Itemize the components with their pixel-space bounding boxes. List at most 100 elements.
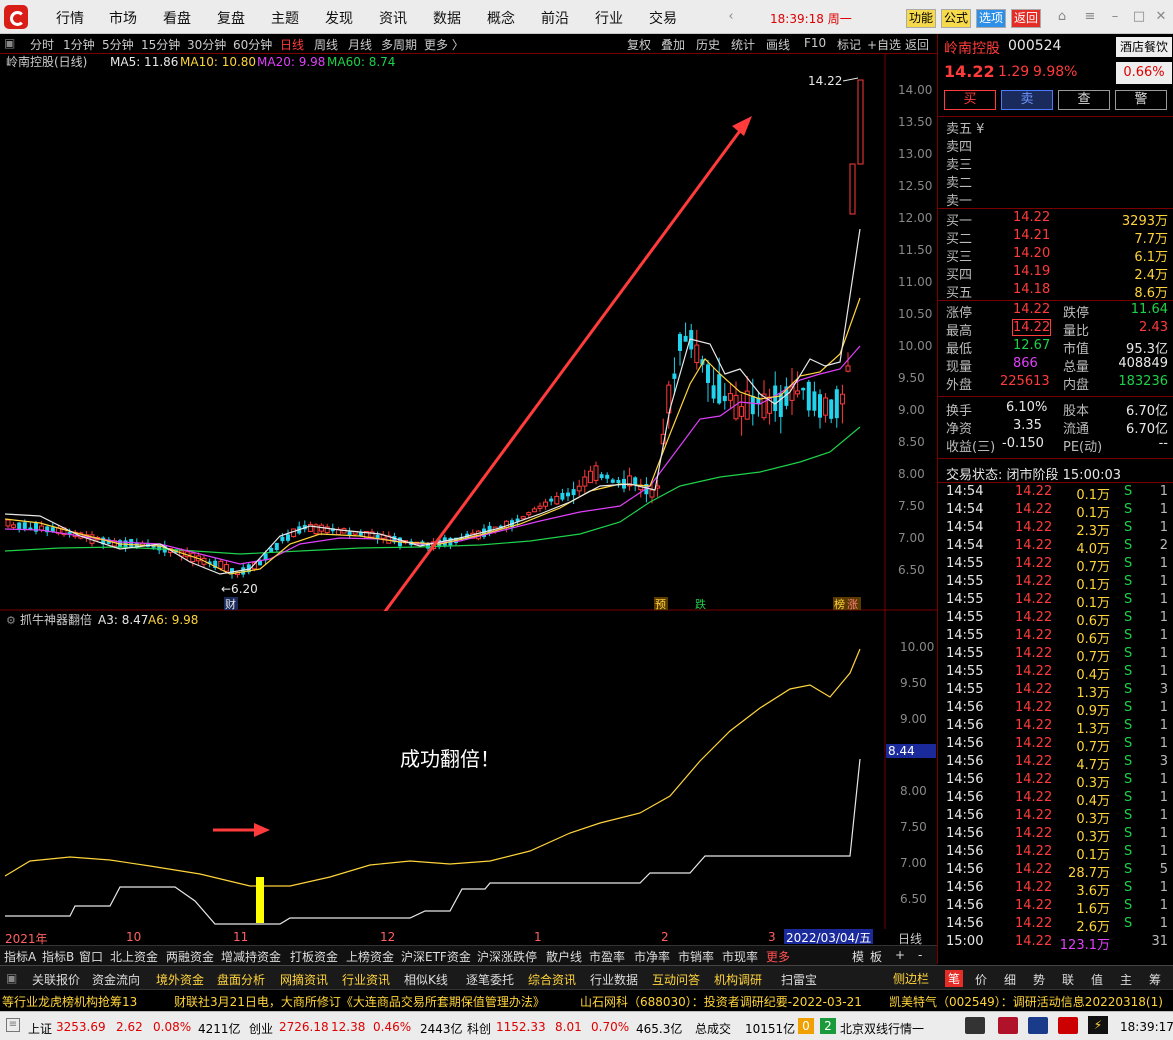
period-fenshi[interactable]: 分时	[30, 36, 54, 53]
query-button[interactable]: 查	[1058, 90, 1110, 110]
tab-margin-funds[interactable]: 两融资金	[166, 948, 214, 965]
period-30min[interactable]: 30分钟	[187, 36, 226, 53]
tab-related-quote[interactable]: 关联报价	[32, 971, 80, 988]
menu-zixun[interactable]: 资讯	[379, 8, 407, 28]
tick-row[interactable]: 14:55 14.22 0.7万 S 1	[938, 646, 1173, 665]
kc-index-label[interactable]: 科创	[467, 1020, 491, 1037]
add-window-button[interactable]: +	[895, 948, 905, 962]
period-15min[interactable]: 15分钟	[141, 36, 180, 53]
tab-qa[interactable]: 互动问答	[652, 971, 700, 988]
menu-hangqing[interactable]: 行情	[56, 8, 84, 28]
cy-index-label[interactable]: 创业	[249, 1020, 273, 1037]
tab-inst-research[interactable]: 机构调研	[714, 971, 762, 988]
tab-indicator-b[interactable]: 指标B	[42, 948, 74, 965]
tick-row[interactable]: 14:55 14.22 0.1万 S 1	[938, 574, 1173, 593]
tool-fuquan[interactable]: 复权	[627, 36, 651, 53]
tick-row[interactable]: 14:56 14.22 2.6万 S 1	[938, 916, 1173, 935]
tab-zhu[interactable]: 主	[1120, 971, 1132, 988]
tab-template[interactable]: 模	[852, 948, 864, 965]
function-button[interactable]: 功能	[906, 9, 937, 28]
tab-market-analysis[interactable]: 盘面分析	[217, 971, 265, 988]
tick-row[interactable]: 14:54 14.22 2.3万 S 1	[938, 520, 1173, 539]
options-button[interactable]: 选项	[976, 9, 1007, 28]
tick-row[interactable]: 14:56 14.22 0.3万 S 1	[938, 808, 1173, 827]
tool-add-watch[interactable]: +自选	[867, 36, 901, 53]
tab-similar-kline[interactable]: 相似K线	[404, 971, 448, 988]
tick-row[interactable]: 14:54 14.22 0.1万 S 1	[938, 484, 1173, 503]
tab-tick-orders[interactable]: 逐笔委托	[466, 971, 514, 988]
tick-row[interactable]: 14:55 14.22 0.4万 S 1	[938, 664, 1173, 683]
menu-jiaoyi[interactable]: 交易	[649, 8, 677, 28]
tool-draw[interactable]: 画线	[766, 36, 790, 53]
menu-gainian[interactable]: 概念	[487, 8, 515, 28]
menu-qianyan[interactable]: 前沿	[541, 8, 569, 28]
menu-zhuti[interactable]: 主题	[271, 8, 299, 28]
tab-chou[interactable]: 筹	[1149, 971, 1161, 988]
sell-button[interactable]: 卖	[1001, 90, 1053, 110]
period-1min[interactable]: 1分钟	[63, 36, 95, 53]
tick-row[interactable]: 14:55 14.22 0.7万 S 1	[938, 556, 1173, 575]
menu-faxian[interactable]: 发现	[325, 8, 353, 28]
remove-window-button[interactable]: -	[918, 948, 922, 962]
tick-row[interactable]: 14:54 14.22 4.0万 S 2	[938, 538, 1173, 557]
ticker-item-4[interactable]: 凯美特气（002549）：调研活动信息20220318(1)	[889, 993, 1163, 1010]
tab-etf-funds[interactable]: 沪深ETF资金	[401, 948, 471, 965]
ticker-item-2[interactable]: 财联社3月21日电，大商所修订《大连商品交易所套期保值管理办法》	[174, 993, 545, 1010]
maximize-icon[interactable]: □	[1130, 8, 1148, 26]
tick-row[interactable]: 14:55 14.22 0.6万 S 1	[938, 628, 1173, 647]
tick-row[interactable]: 14:55 14.22 0.6万 S 1	[938, 610, 1173, 629]
tick-list[interactable]: 14:54 14.22 0.1万 S 1 14:54 14.22 0.1万 S 1 14:54 14.…	[938, 484, 1173, 964]
tab-news-digest[interactable]: 网摘资讯	[280, 971, 328, 988]
tab-pe[interactable]: 市盈率	[589, 948, 625, 965]
feed-name[interactable]: 北京双线行情一	[840, 1020, 924, 1037]
period-daily[interactable]: 日线	[280, 36, 304, 53]
tick-row[interactable]: 14:56 14.22 0.3万 S 1	[938, 826, 1173, 845]
tool-f10[interactable]: F10	[804, 36, 826, 50]
tab-jia[interactable]: 价	[975, 971, 987, 988]
tick-row[interactable]: 14:54 14.22 0.1万 S 1	[938, 502, 1173, 521]
menu-shichang[interactable]: 市场	[109, 8, 137, 28]
tab-overseas-funds[interactable]: 境外资金	[156, 971, 204, 988]
tab-lian[interactable]: 联	[1062, 971, 1074, 988]
menu-icon[interactable]: ≡	[1081, 8, 1099, 26]
tab-mine-scan[interactable]: 扫雷宝	[781, 971, 817, 988]
tab-north-funds[interactable]: 北上资金	[110, 948, 158, 965]
tick-row[interactable]: 14:56 14.22 4.7万 S 3	[938, 754, 1173, 773]
tick-row[interactable]: 14:55 14.22 1.3万 S 3	[938, 682, 1173, 701]
tick-row[interactable]: 14:56 14.22 28.7万 S 5	[938, 862, 1173, 881]
tick-row[interactable]: 15:00 14.22 123.1万 31	[938, 934, 1173, 953]
industry-badge[interactable]: 酒店餐饮	[1116, 37, 1172, 57]
period-5min[interactable]: 5分钟	[102, 36, 134, 53]
tab-xi[interactable]: 细	[1004, 971, 1016, 988]
menu-shuju[interactable]: 数据	[433, 8, 461, 28]
collapse-icon[interactable]: ▣	[4, 36, 15, 50]
tab-ps[interactable]: 市销率	[678, 948, 714, 965]
tab-window[interactable]: 窗口	[79, 948, 103, 965]
settings-icon[interactable]: ⚙	[6, 614, 16, 627]
lightning-icon[interactable]: ⚡	[1088, 1016, 1108, 1034]
tick-row[interactable]: 14:56 14.22 0.7万 S 1	[938, 736, 1173, 755]
indicator-chart[interactable]: ⚙ 抓牛神器翻倍 A3: 8.47 A6: 9.98 10.00 9.50 9.…	[0, 611, 937, 929]
tab-holdings-funds[interactable]: 增减持资金	[221, 948, 281, 965]
return-button[interactable]: 返回	[1011, 9, 1042, 28]
tool-mark[interactable]: 标记	[837, 36, 861, 53]
tab-general-news[interactable]: 综合资讯	[528, 971, 576, 988]
period-more[interactable]: 更多 〉	[424, 36, 464, 53]
tick-row[interactable]: 14:55 14.22 0.1万 S 1	[938, 592, 1173, 611]
panel-toggle-icon[interactable]: ▣	[6, 971, 17, 985]
tab-limit[interactable]: 沪深涨跌停	[477, 948, 537, 965]
tool-stats[interactable]: 统计	[731, 36, 755, 53]
chart-icon[interactable]	[1028, 1017, 1048, 1034]
period-weekly[interactable]: 周线	[314, 36, 338, 53]
tick-row[interactable]: 14:56 14.22 0.9万 S 1	[938, 700, 1173, 719]
tab-pcf[interactable]: 市现率	[722, 948, 758, 965]
tab-more[interactable]: 更多	[766, 948, 790, 965]
tab-fund-flow[interactable]: 资金流向	[92, 971, 140, 988]
period-monthly[interactable]: 月线	[348, 36, 372, 53]
notice-badge[interactable]: 0	[798, 1018, 814, 1034]
tool-history[interactable]: 历史	[696, 36, 720, 53]
tab-industry-news[interactable]: 行业资讯	[342, 971, 390, 988]
tab-industry-data[interactable]: 行业数据	[590, 971, 638, 988]
flag-icon[interactable]	[1058, 1017, 1078, 1034]
minimize-icon[interactable]: –	[1106, 8, 1124, 26]
